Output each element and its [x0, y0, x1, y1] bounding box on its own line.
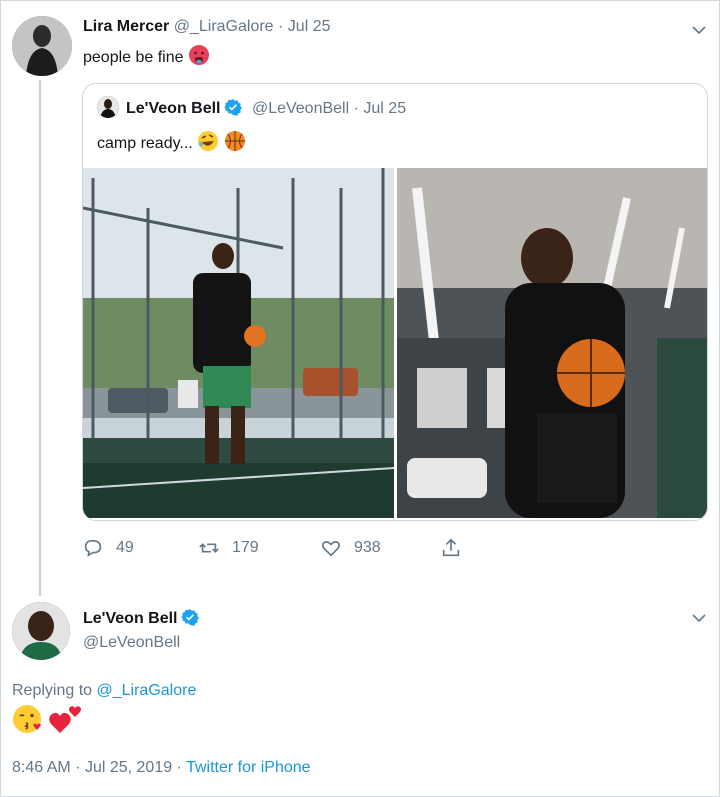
like-count: 938: [354, 539, 381, 556]
separator: ·: [353, 100, 359, 117]
author-handle[interactable]: @LeVeonBell: [252, 100, 349, 117]
retweet-count: 179: [232, 539, 259, 556]
thread-connector-line: [39, 80, 41, 596]
tweet-header: Lira Mercer @_LiraGalore · Jul 25: [83, 18, 331, 36]
author-handle[interactable]: @LeVeonBell: [83, 634, 180, 652]
tweet-meta: 8:46 AM · Jul 25, 2019 · Twitter for iPh…: [12, 759, 311, 777]
author-handle[interactable]: @_LiraGalore: [174, 18, 274, 35]
tweet-text-content: people be fine: [83, 49, 184, 66]
tweet-source-link[interactable]: Twitter for iPhone: [186, 759, 311, 776]
tweet-text: camp ready...: [97, 130, 246, 153]
tweet-full-date[interactable]: Jul 25, 2019: [85, 759, 172, 776]
chevron-down-icon[interactable]: [691, 610, 707, 626]
hot-face-emoji: [188, 45, 209, 65]
retweet-icon: [199, 543, 219, 553]
avatar[interactable]: [97, 96, 119, 118]
tweet-text-content: camp ready...: [97, 135, 193, 152]
retweet-button[interactable]: 179: [198, 537, 259, 559]
tweet-header: Le'Veon Bell @LeVeonBell · Jul 25: [126, 98, 406, 118]
chevron-down-icon[interactable]: [691, 22, 707, 38]
separator: ·: [278, 18, 284, 35]
avatar[interactable]: [12, 602, 70, 660]
author-name[interactable]: Le'Veon Bell: [83, 610, 178, 627]
player-locker-room-photo[interactable]: [397, 168, 707, 518]
share-button[interactable]: [440, 537, 462, 559]
reply-count: 49: [116, 539, 134, 556]
author-name-row: Le'Veon Bell: [83, 608, 199, 628]
two-hearts-emoji: [49, 706, 82, 733]
reply-icon: [84, 539, 102, 557]
separator: ·: [176, 759, 182, 776]
reply-button[interactable]: 49: [82, 537, 134, 559]
replying-to-label: Replying to: [12, 682, 93, 699]
share-icon: [442, 538, 460, 557]
separator: ·: [75, 759, 81, 776]
verified-badge-icon: [180, 609, 199, 626]
avatar[interactable]: [12, 16, 72, 76]
author-name[interactable]: Lira Mercer: [83, 18, 169, 35]
tweet-date[interactable]: Jul 25: [363, 100, 406, 117]
player-walking-photo[interactable]: [83, 168, 394, 518]
basketball-emoji: [224, 131, 245, 151]
heart-icon: [322, 541, 340, 557]
like-button[interactable]: 938: [320, 537, 381, 559]
tweet-time[interactable]: 8:46 AM: [12, 759, 71, 776]
tweet-text: [12, 703, 84, 736]
rolling-laughing-emoji: [198, 131, 219, 151]
replying-to: Replying to @_LiraGalore: [12, 682, 196, 700]
quoted-tweet[interactable]: Le'Veon Bell @LeVeonBell · Jul 25 camp r…: [82, 83, 708, 521]
verified-badge-icon: [223, 99, 242, 116]
author-name[interactable]: Le'Veon Bell: [126, 100, 221, 117]
kissing-face-emoji: [13, 705, 41, 733]
tweet-date[interactable]: Jul 25: [288, 18, 331, 35]
replying-to-link[interactable]: @_LiraGalore: [97, 682, 197, 699]
tweet-text: people be fine: [83, 44, 210, 67]
